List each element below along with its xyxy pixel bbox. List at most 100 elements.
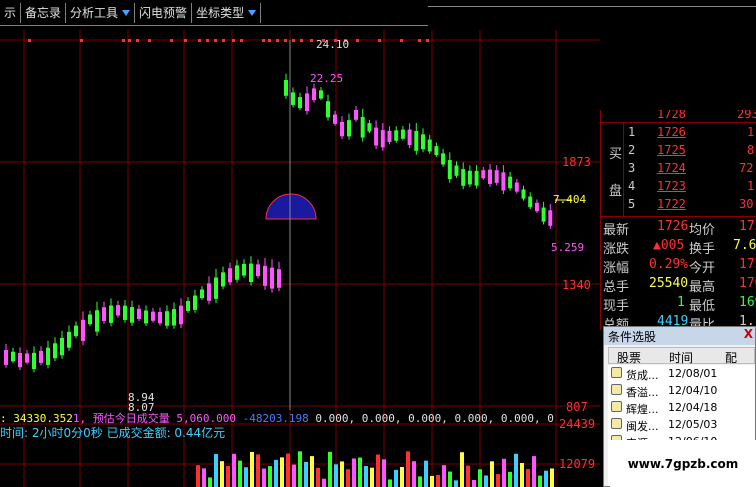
- volume-bar: [376, 454, 380, 487]
- signal-marker: [80, 39, 83, 42]
- toolbar-item-display[interactable]: 示: [0, 2, 22, 23]
- close-icon[interactable]: X: [744, 327, 753, 341]
- toolbar-item-axis-type[interactable]: 坐标类型: [192, 2, 262, 23]
- bid-row[interactable]: 5 1722 30: [601, 196, 756, 213]
- volume-bar: [358, 457, 362, 487]
- dropdown-arrow-icon: [122, 9, 131, 16]
- picker-header-row: 股票 时间 配: [608, 347, 755, 366]
- stock-date: 12/08/01: [668, 367, 718, 380]
- volume-bar: [214, 454, 218, 487]
- bid-level: 1: [628, 125, 636, 139]
- bid-row[interactable]: 3 1724 72: [601, 160, 756, 177]
- candle-body: [354, 110, 358, 120]
- volume-bar: [400, 466, 404, 487]
- candle-body: [454, 165, 459, 176]
- signal-marker: [28, 39, 31, 42]
- candle-body: [81, 319, 85, 341]
- candle-body: [312, 88, 316, 101]
- column-header-config[interactable]: 配: [725, 349, 737, 366]
- divider: [601, 122, 756, 123]
- signal-marker: [128, 39, 131, 42]
- signal-marker: [284, 39, 287, 42]
- signal-marker: [148, 39, 151, 42]
- signal-marker: [262, 39, 265, 42]
- candle-body: [46, 347, 50, 365]
- candle-body: [123, 305, 127, 320]
- candle-body: [249, 263, 253, 283]
- signal-marker: [426, 39, 429, 42]
- column-header-stock[interactable]: 股票: [617, 349, 641, 366]
- volume-bar: [280, 457, 284, 487]
- volume-bar: [244, 467, 248, 487]
- signal-marker: [400, 39, 403, 42]
- volume-bar: [538, 475, 542, 487]
- candle-body: [151, 311, 155, 321]
- volume-bar: [520, 463, 524, 487]
- volume-bar: [394, 469, 398, 487]
- document-icon: [611, 384, 622, 395]
- bid-price: 1722: [657, 197, 686, 211]
- candle-body: [25, 353, 29, 363]
- bid-row[interactable]: 4 1723 1: [601, 178, 756, 195]
- bid-row[interactable]: 1 1726 1: [601, 124, 756, 141]
- stock-name: 辉煌...: [626, 403, 659, 416]
- picker-title-bar[interactable]: 条件选股 X: [604, 327, 755, 345]
- volume-bar: [364, 465, 368, 487]
- axis-label-24439: 24439: [559, 417, 596, 431]
- candle-body: [333, 114, 337, 124]
- toolbar-item-memo[interactable]: 备忘录: [21, 2, 67, 23]
- bid-row[interactable]: 2 1725 8: [601, 142, 756, 159]
- candle-body: [541, 207, 546, 222]
- candle-body: [367, 123, 372, 132]
- signal-marker: [240, 39, 243, 42]
- bid-price: 1724: [657, 161, 686, 175]
- candle-body: [214, 277, 218, 299]
- volume-bar: [448, 471, 452, 487]
- signal-marker: [310, 39, 313, 42]
- volume-bar: [322, 478, 326, 487]
- volume-bar: [472, 479, 476, 487]
- candle-body: [414, 130, 419, 151]
- volume-bar: [334, 464, 338, 487]
- volume-bar: [310, 456, 314, 487]
- volume-bar: [532, 456, 536, 487]
- volume-bar: [382, 459, 386, 487]
- candle-body: [172, 309, 176, 326]
- candle-body: [528, 196, 533, 208]
- bid-price: 1728: [657, 110, 686, 121]
- volume-bar: [484, 475, 488, 487]
- signal-marker: [214, 39, 217, 42]
- axis-label-1340: 1340: [562, 278, 591, 292]
- candle-body: [144, 310, 148, 324]
- divider: [601, 216, 756, 217]
- list-item[interactable]: 货成... 12/08/01: [608, 365, 755, 382]
- signal-marker: [300, 39, 303, 42]
- bid-level: 2: [628, 143, 636, 157]
- signal-marker: [378, 39, 381, 42]
- right-price-marker-2: 5.259: [551, 241, 585, 254]
- volume-bar: [460, 452, 464, 487]
- volume-bar: [328, 451, 332, 487]
- document-icon: [611, 401, 622, 412]
- stock-date: 12/04/18: [668, 401, 718, 414]
- candle-body: [298, 97, 302, 109]
- volume-bar: [418, 476, 422, 487]
- list-item[interactable]: 闽发... 12/05/03: [608, 416, 755, 433]
- column-header-time[interactable]: 时间: [669, 349, 693, 366]
- toolbar-item-flash-alert[interactable]: 闪电预警: [135, 2, 193, 23]
- readout-seg-1: : 34330.352: [0, 412, 73, 424]
- candlesticks: [4, 73, 553, 373]
- volume-bar: [466, 465, 470, 487]
- list-item[interactable]: 香溢... 12/04/10: [608, 382, 755, 399]
- candle-body: [284, 80, 288, 96]
- right-price-marker: 7.404: [553, 193, 587, 206]
- signal-marker: [170, 39, 173, 42]
- signal-marker: [122, 39, 125, 42]
- document-icon: [611, 418, 622, 429]
- volume-bar: [406, 451, 410, 487]
- bid-volume: 8: [747, 143, 755, 157]
- candle-body: [347, 120, 351, 137]
- candle-body: [427, 139, 432, 152]
- toolbar-item-analysis-tools[interactable]: 分析工具: [66, 2, 136, 23]
- list-item[interactable]: 辉煌... 12/04/18: [608, 399, 755, 416]
